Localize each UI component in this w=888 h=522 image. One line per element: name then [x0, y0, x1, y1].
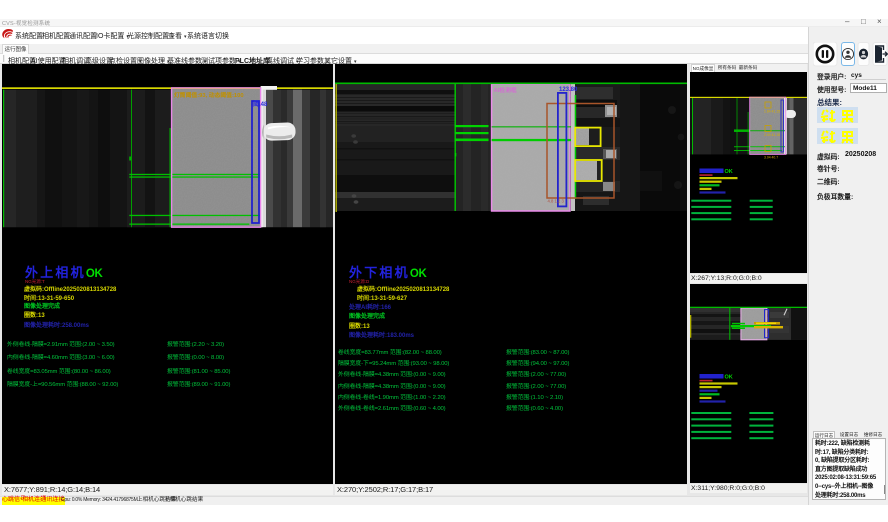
svg-text:2.04 41.15: 2.04 41.15: [764, 133, 780, 137]
svg-text:3.04 40.7: 3.04 40.7: [764, 156, 778, 160]
svg-text:1.84 41.15: 1.84 41.15: [764, 110, 780, 114]
svg-text:4.8 1.2 3: 4.8 1.2 3: [548, 199, 565, 204]
svg-text:OK: OK: [725, 375, 733, 381]
svg-text:OK: OK: [725, 169, 733, 175]
